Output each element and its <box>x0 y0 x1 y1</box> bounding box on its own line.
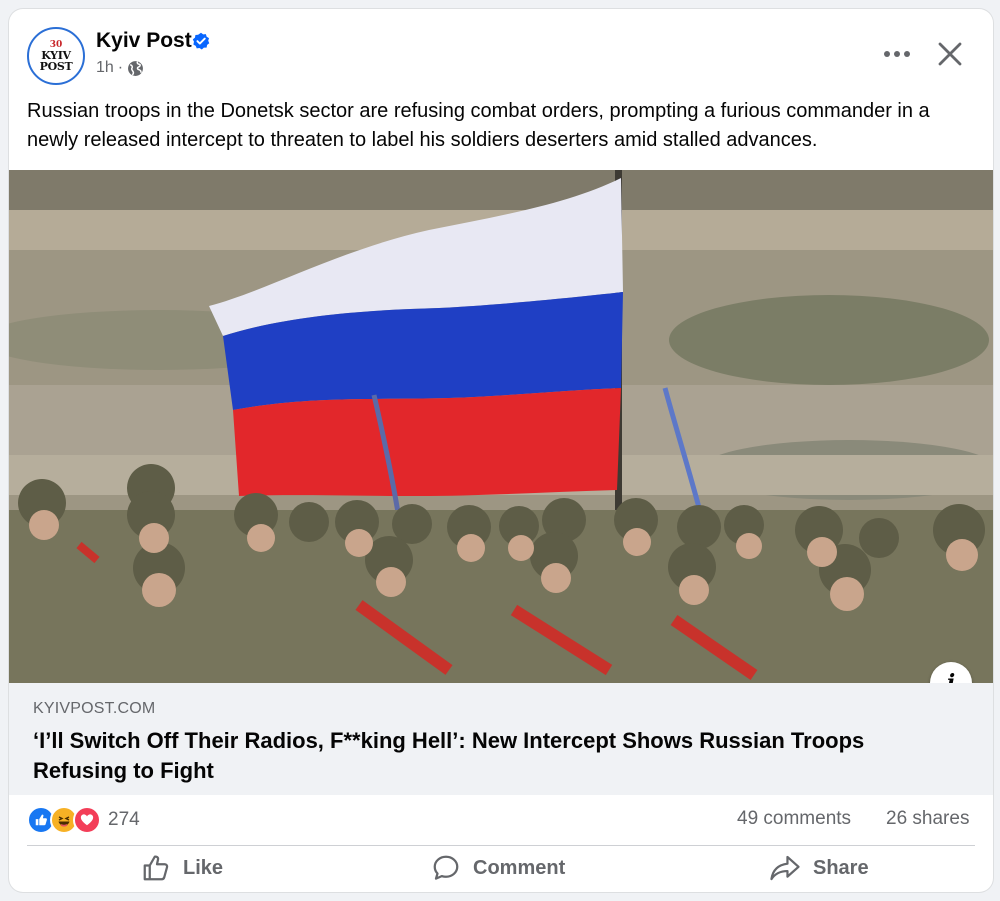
post-image[interactable] <box>9 170 993 683</box>
like-button[interactable]: Like <box>141 846 223 890</box>
comment-button[interactable]: Comment <box>431 846 565 890</box>
love-reaction-icon <box>73 806 101 834</box>
close-icon <box>938 42 962 66</box>
avatar-line1: KYIV <box>41 48 71 62</box>
shares-count-link[interactable]: 26 shares <box>886 808 969 830</box>
soldiers-flag-photo <box>9 170 993 683</box>
link-preview[interactable]: KYIVPOST.COM ‘I’ll Switch Off Their Radi… <box>9 683 993 795</box>
link-title: ‘I’ll Switch Off Their Radios, F**king H… <box>33 728 865 783</box>
more-horizontal-icon <box>884 51 910 57</box>
comment-icon <box>433 855 459 880</box>
more-options-button[interactable] <box>879 39 915 69</box>
verified-badge-icon <box>192 32 210 50</box>
page-name-link[interactable]: Kyiv Post <box>96 29 192 53</box>
post-text: Russian troops in the Donetsk sector are… <box>27 100 930 151</box>
reactions-summary[interactable]: 274 <box>27 806 140 834</box>
page-avatar[interactable]: 30 KYIV POST <box>27 27 85 85</box>
post-time-link[interactable]: 1h <box>96 59 114 77</box>
share-button[interactable]: Share <box>769 846 869 890</box>
like-icon <box>143 855 169 881</box>
close-button[interactable] <box>931 35 969 73</box>
reaction-count: 274 <box>108 809 140 830</box>
comment-label: Comment <box>473 856 566 879</box>
link-domain: KYIVPOST.COM <box>33 700 156 717</box>
globe-icon[interactable] <box>127 60 144 77</box>
comments-count-link[interactable]: 49 comments <box>737 808 851 830</box>
meta-separator: · <box>117 59 124 76</box>
avatar-line2: POST <box>39 59 73 73</box>
share-label: Share <box>813 856 869 879</box>
post-card: 30 KYIV POST Kyiv Post 1h · Russian troo… <box>9 9 993 892</box>
share-icon <box>770 855 800 881</box>
like-label: Like <box>183 856 224 879</box>
post-meta: 1h · <box>96 59 144 77</box>
